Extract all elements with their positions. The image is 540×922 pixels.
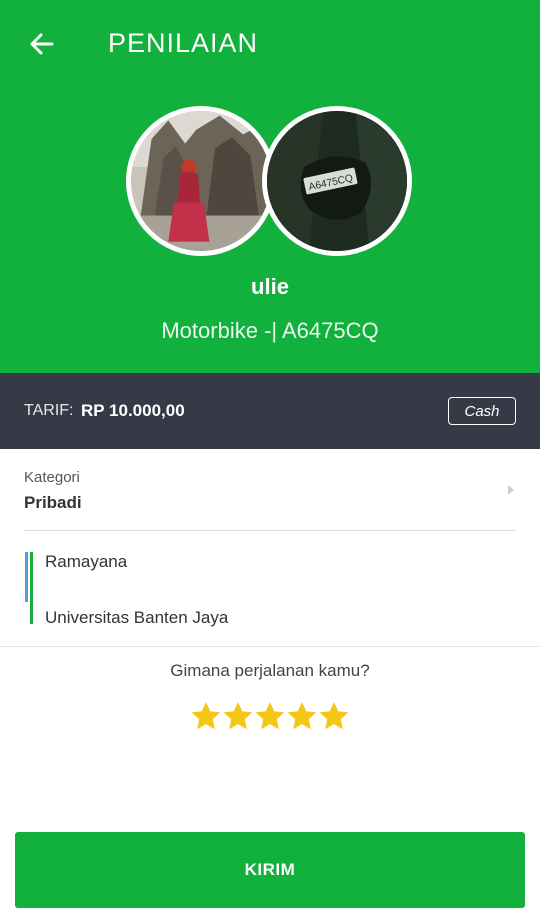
submit-button[interactable]: KIRIM — [15, 832, 525, 908]
fare-value: RP 10.000,00 — [81, 401, 185, 420]
vehicle-avatar: A6475CQ — [262, 106, 412, 256]
star-icon[interactable] — [318, 700, 350, 732]
back-button[interactable] — [22, 24, 62, 64]
category-label: Kategori — [24, 469, 80, 486]
rating-question: Gimana perjalanan kamu? — [170, 661, 370, 680]
vehicle-info: Motorbike -| A6475CQ — [161, 318, 379, 343]
payment-method-badge: Cash — [448, 397, 516, 425]
page-title: PENILAIAN — [108, 28, 259, 58]
star-icon[interactable] — [190, 700, 222, 732]
top-bar: PENILAIAN — [0, 0, 540, 88]
fare-label: TARIF: — [24, 402, 74, 419]
star-icon[interactable] — [286, 700, 318, 732]
avatar-group: A6475CQ — [126, 106, 414, 258]
driver-avatar — [126, 106, 276, 256]
destination-location: Universitas Banten Jaya — [45, 608, 229, 627]
chevron-right-icon — [508, 485, 514, 495]
arrow-left-icon — [30, 33, 54, 55]
origin-location: Ramayana — [45, 552, 128, 571]
star-rating — [190, 700, 350, 732]
divider — [0, 646, 540, 647]
category-value: Pribadi — [24, 493, 82, 512]
route: Ramayana Universitas Banten Jaya — [0, 531, 540, 646]
destination-line — [30, 552, 33, 624]
star-icon[interactable] — [222, 700, 254, 732]
category-selector[interactable]: Kategori Pribadi — [0, 449, 540, 531]
driver-name: ulie — [251, 274, 289, 299]
origin-line — [25, 552, 28, 602]
driver-photo — [131, 111, 271, 251]
vehicle-photo: A6475CQ — [267, 111, 407, 251]
header: PENILAIAN A6475CQ ulie Motorbike -| A647… — [0, 0, 540, 373]
fare-bar: TARIF: RP 10.000,00 Cash — [0, 373, 540, 449]
star-icon[interactable] — [254, 700, 286, 732]
